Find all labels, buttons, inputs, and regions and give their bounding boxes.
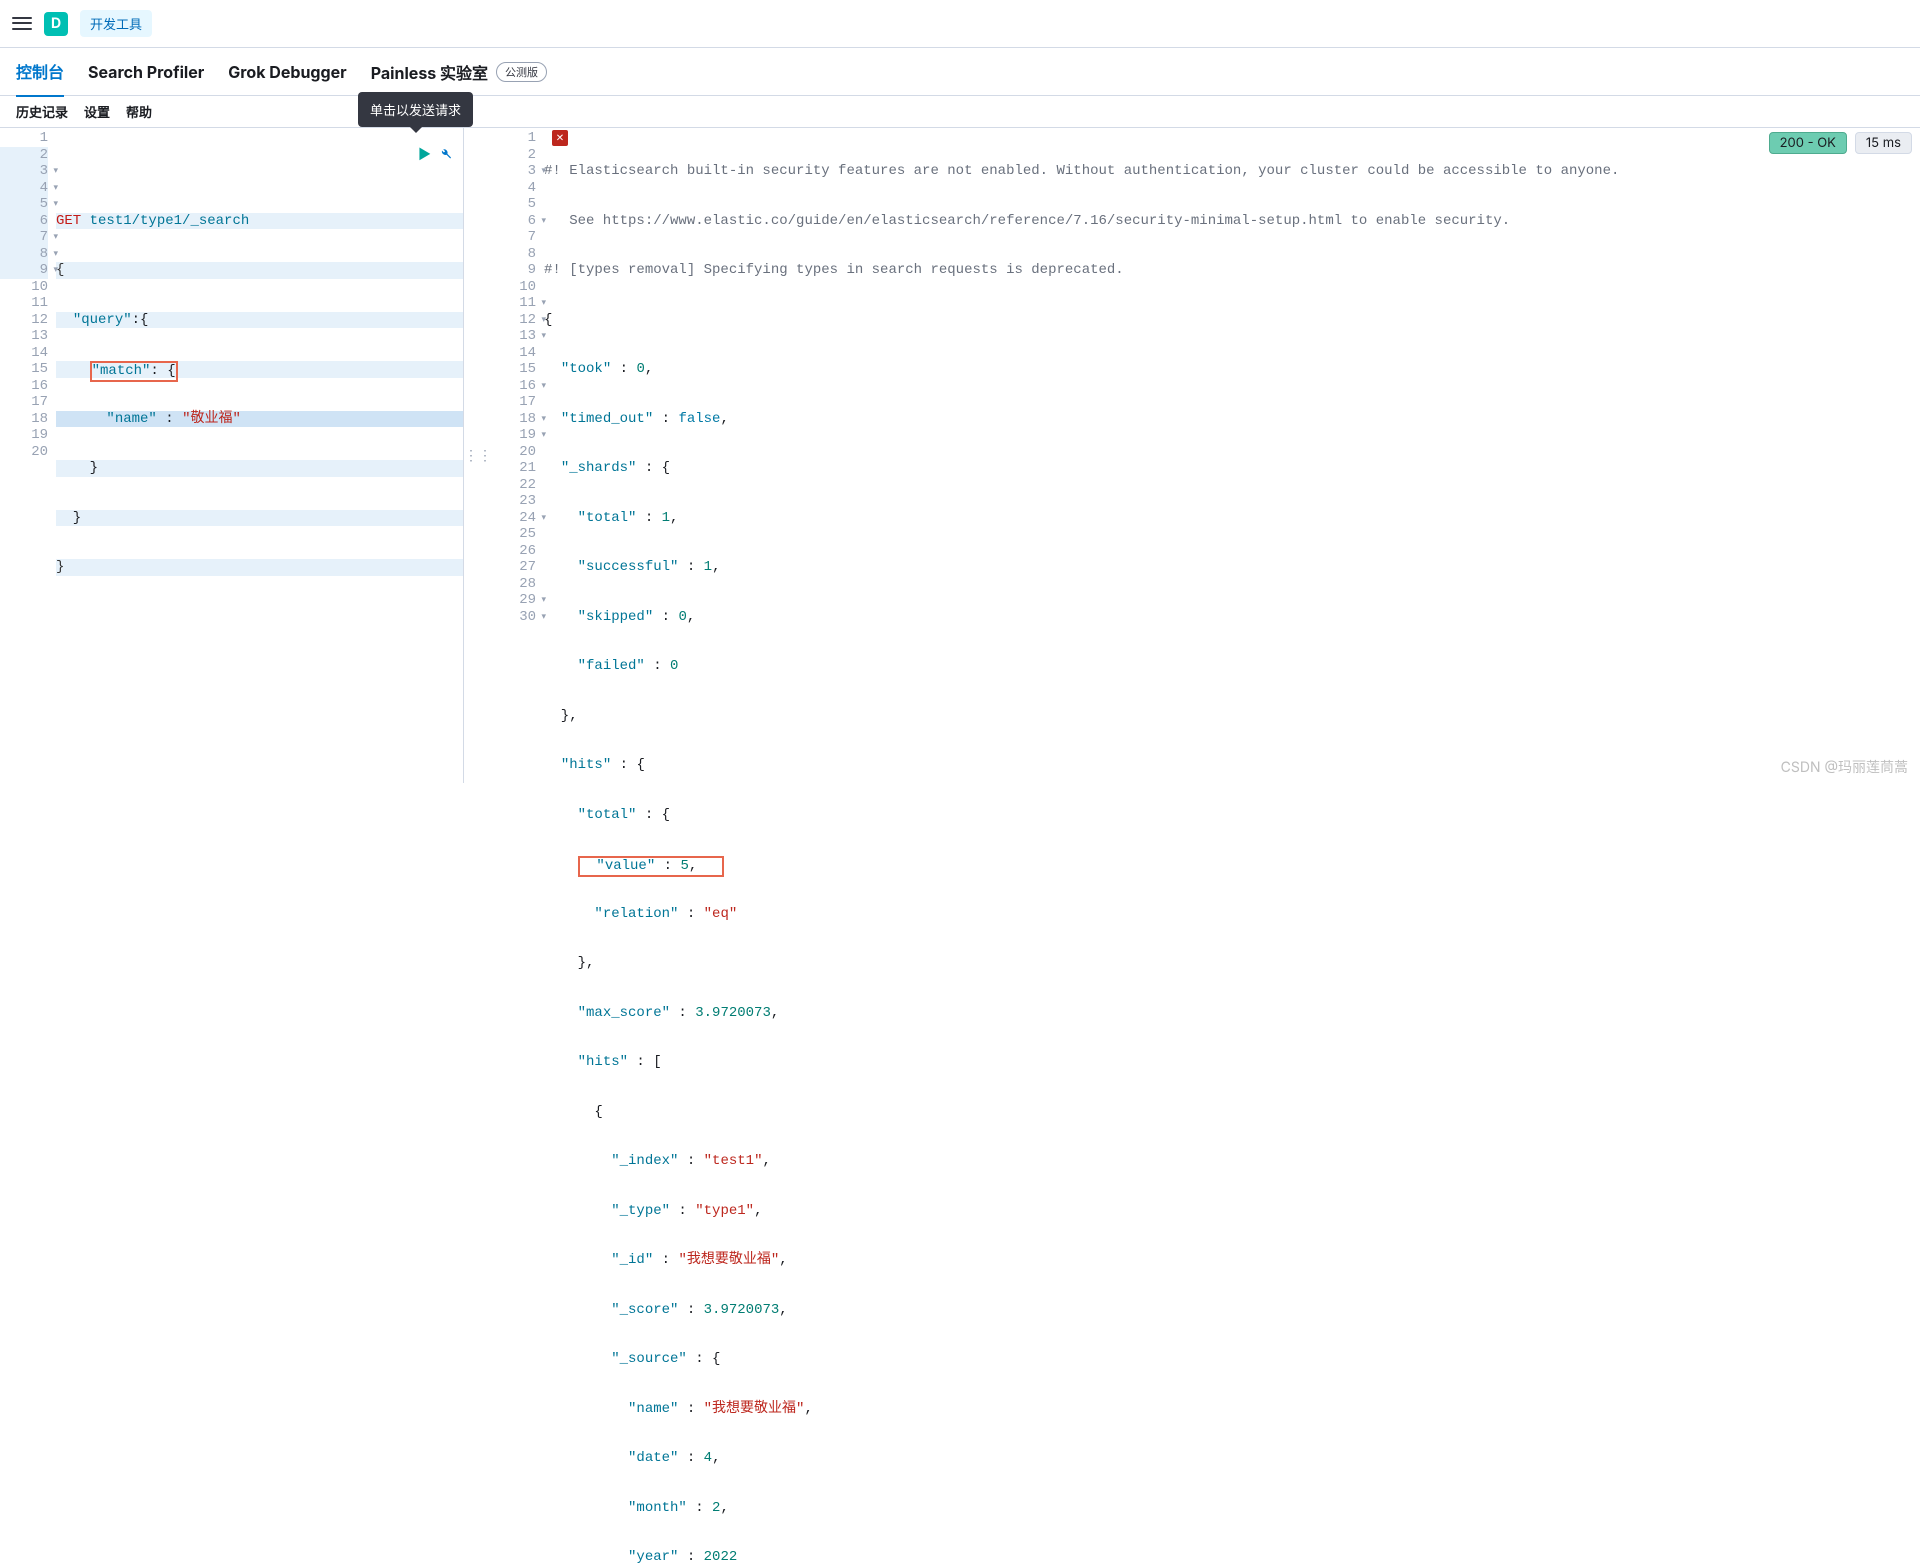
tab-painless-lab[interactable]: Painless 实验室 公测版 — [371, 48, 547, 96]
response-code-body[interactable]: #! Elasticsearch built-in security featu… — [544, 130, 1920, 1566]
response-code[interactable]: 1 2 3 4 5 6 7 8 9 10 11 12 13 14 15 16 1… — [492, 128, 1920, 1566]
value-highlight-box: "value" : 5, — [578, 856, 725, 877]
watermark: CSDN @玛丽莲茼蒿 — [1781, 757, 1908, 777]
sub-links-row: 历史记录 设置 帮助 单击以发送请求 — [0, 96, 1920, 128]
request-code[interactable]: 1 2 3 4 5 6 7 8 9 10 11 12 13 14 15 16 1… — [0, 128, 463, 823]
status-time: 15 ms — [1855, 132, 1912, 154]
status-code: 200 - OK — [1769, 132, 1847, 154]
link-settings[interactable]: 设置 — [84, 102, 110, 121]
warning-marker-icon[interactable]: ✕ — [552, 130, 568, 146]
top-bar: D 开发工具 — [0, 0, 1920, 48]
tab-painless-label: Painless 实验室 — [371, 60, 488, 84]
app-logo[interactable]: D — [44, 12, 68, 36]
tab-search-profiler[interactable]: Search Profiler — [88, 50, 204, 94]
tabs-row: 控制台 Search Profiler Grok Debugger Painle… — [0, 48, 1920, 96]
link-help[interactable]: 帮助 — [126, 102, 152, 121]
pane-divider[interactable]: ⋮⋮ — [464, 128, 492, 783]
request-code-body[interactable]: GET test1/type1/_search { "query":{ "mat… — [56, 130, 463, 823]
play-icon[interactable]: ▶ — [418, 146, 431, 164]
response-pane: 200 - OK 15 ms ✕ 1 2 3 4 5 6 7 8 9 10 11… — [492, 128, 1920, 783]
response-gutter: 1 2 3 4 5 6 7 8 9 10 11 12 13 14 15 16 1… — [496, 130, 544, 1566]
breadcrumb-devtools[interactable]: 开发工具 — [80, 10, 152, 37]
request-actions: ▶ — [418, 146, 453, 164]
editor-area: ▶ 1 2 3 4 5 6 7 8 9 10 11 12 13 14 15 — [0, 128, 1920, 783]
match-highlight-box: "match": { — [90, 361, 178, 382]
wrench-icon[interactable] — [439, 146, 453, 164]
hamburger-icon[interactable] — [12, 14, 32, 34]
link-history[interactable]: 历史记录 — [16, 102, 68, 121]
beta-badge: 公测版 — [496, 62, 547, 82]
tab-grok-debugger[interactable]: Grok Debugger — [228, 50, 346, 94]
request-editor[interactable]: ▶ 1 2 3 4 5 6 7 8 9 10 11 12 13 14 15 — [0, 128, 464, 783]
tab-console[interactable]: 控制台 — [16, 47, 64, 97]
request-gutter: 1 2 3 4 5 6 7 8 9 10 11 12 13 14 15 16 1… — [0, 130, 56, 823]
status-bar: 200 - OK 15 ms — [1769, 132, 1912, 154]
send-request-tooltip: 单击以发送请求 — [358, 92, 473, 127]
